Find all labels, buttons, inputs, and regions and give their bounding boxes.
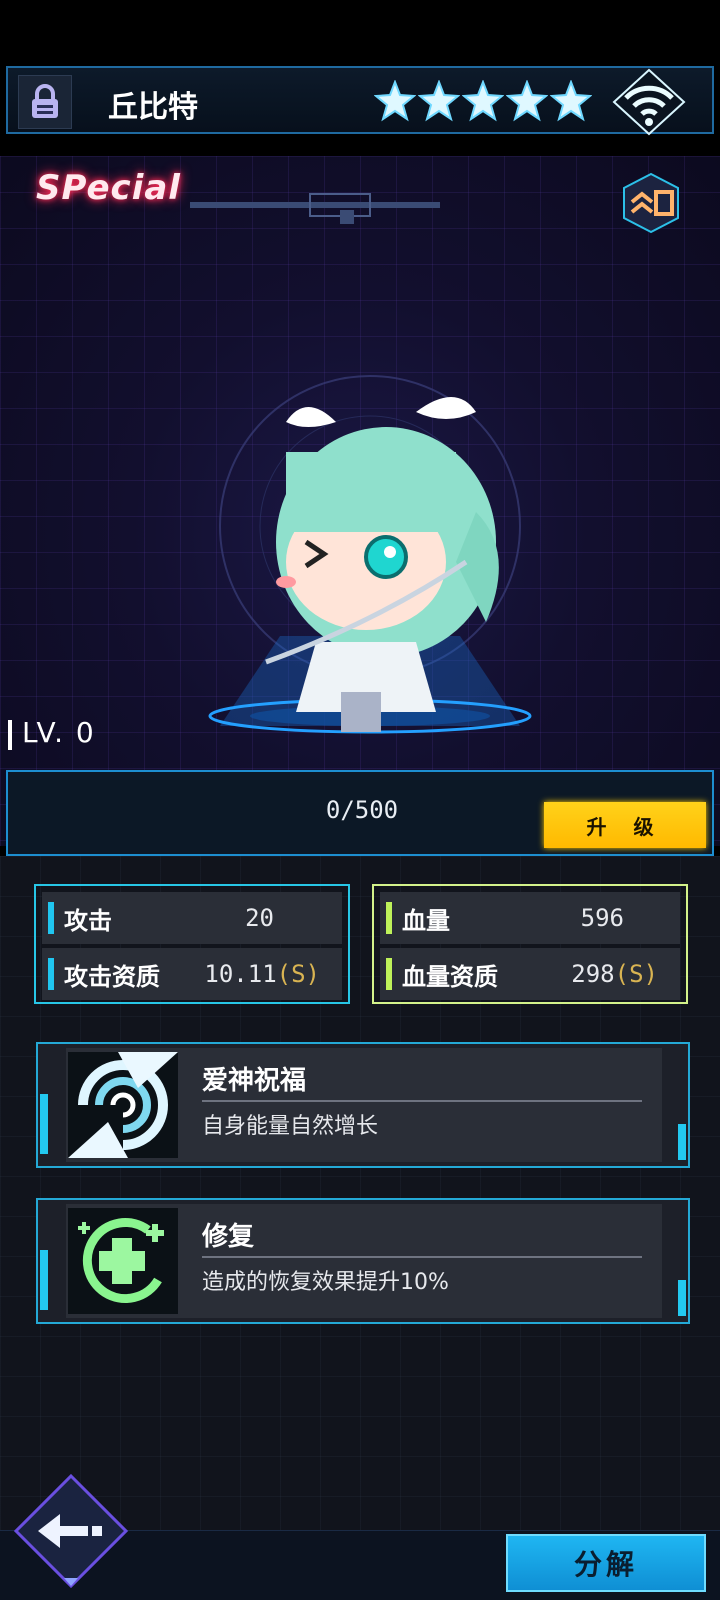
hp-stats: 血量 596 血量资质 298(S) [372,884,688,1004]
heal-cross-icon [68,1208,178,1314]
wifi-signal-icon [612,68,686,136]
stat-value: 596 [580,904,624,932]
experience-panel: 0/500 升 级 [6,770,714,856]
stat-grade: (S) [614,960,658,988]
stat-grade: (S) [276,960,320,988]
top-bar: 丘比特 [0,0,720,156]
stat-row-attack-aptitude: 攻击资质 10.11(S) [42,948,342,1000]
lock-icon [32,84,58,118]
upgrade-button[interactable]: 升 级 [544,802,706,848]
stat-label: 血量 [402,906,450,935]
skill-description: 造成的恢复效果提升10% [202,1270,449,1295]
stat-marker [48,958,54,990]
skill-name: 爱神祝福 [202,1066,307,1096]
stat-marker [386,902,392,934]
stat-value: 10.11(S) [204,960,320,988]
skill-accent [40,1094,48,1154]
stat-row-hp-aptitude: 血量资质 298(S) [380,948,680,1000]
skill-inner: 修复 造成的恢复效果提升10% [66,1204,662,1318]
level-marker [8,720,12,750]
star-icon [462,80,504,122]
back-button[interactable] [14,1474,128,1588]
quality-label: SPecial [36,168,181,208]
stat-marker [386,958,392,990]
stat-row-attack: 攻击 20 [42,892,342,944]
star-icon [506,80,548,122]
skill-card[interactable]: 修复 造成的恢复效果提升10% [36,1198,690,1324]
decorative-weapon-line [190,193,440,224]
lock-button[interactable] [18,75,72,129]
skill-accent [678,1280,686,1316]
skill-name: 修复 [202,1222,255,1252]
skill-description: 自身能量自然增长 [202,1114,379,1139]
skill-card[interactable]: 爱神祝福 自身能量自然增长 [36,1042,690,1168]
skill-divider [202,1100,642,1102]
star-rating [374,80,592,122]
stat-row-hp: 血量 596 [380,892,680,944]
character-stage: SPecial LV. 0 [0,156,720,846]
stat-marker [48,902,54,934]
stat-label: 攻击 [64,906,112,935]
stat-number: 298 [571,960,615,988]
star-icon [418,80,460,122]
skill-accent [678,1124,686,1160]
hero-name: 丘比特 [108,90,198,125]
cupid-character [265,397,499,732]
skill-inner: 爱神祝福 自身能量自然增长 [66,1048,662,1162]
skill-divider [202,1256,642,1258]
stat-label: 血量资质 [402,962,498,991]
swirl-icon [68,1052,178,1158]
stat-number: 10.11 [204,960,277,988]
stat-value: 20 [245,904,274,932]
stat-label: 攻击资质 [64,962,160,991]
hero-title-box: 丘比特 [6,66,714,136]
decompose-button[interactable]: 分解 [506,1534,706,1592]
star-icon [374,80,416,122]
level-label: LV. 0 [22,716,96,749]
stat-value: 298(S) [571,960,658,988]
rank-up-button[interactable] [620,172,682,234]
star-icon [550,80,592,122]
skill-accent [40,1250,48,1310]
attack-stats: 攻击 20 攻击资质 10.11(S) [34,884,350,1004]
